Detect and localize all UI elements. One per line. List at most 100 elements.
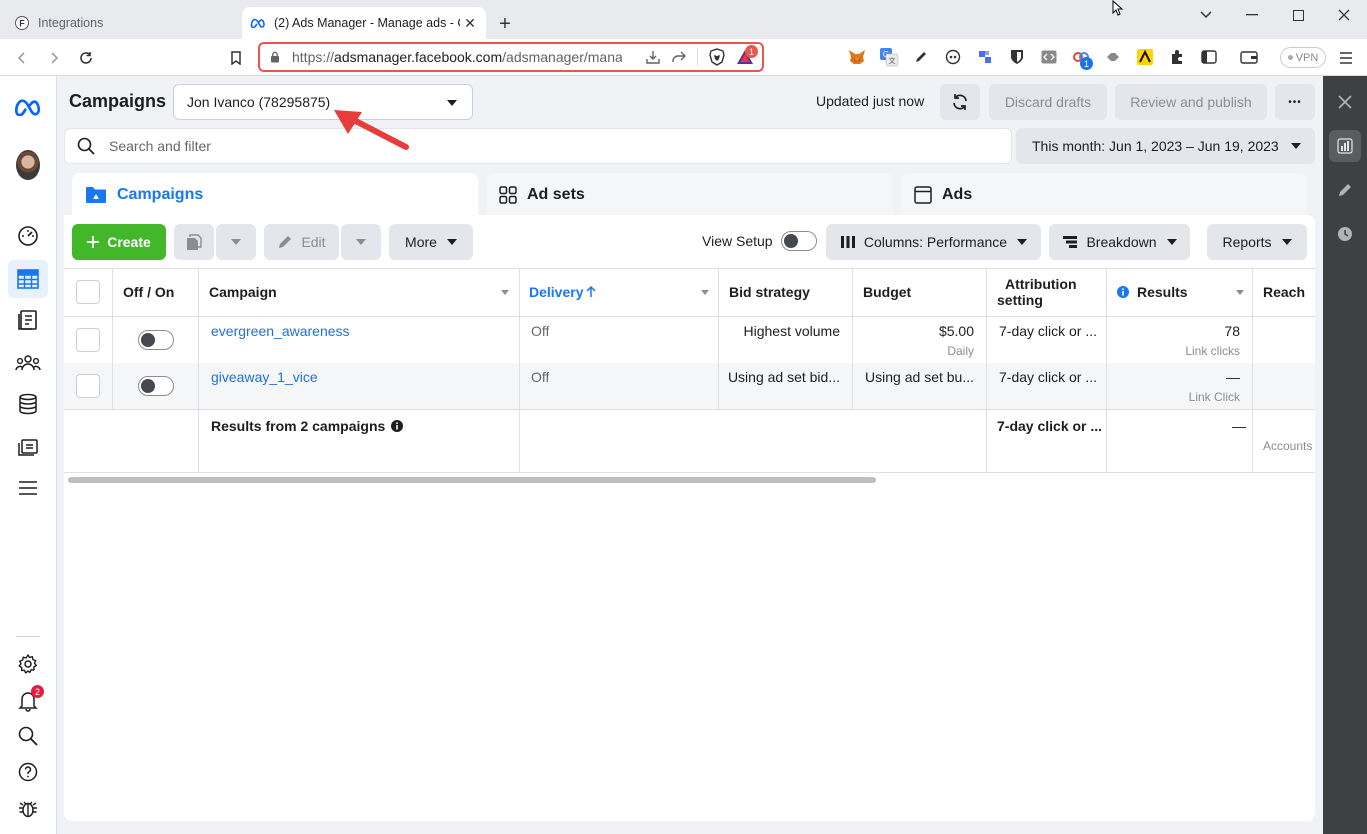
edit-button[interactable]: Edit bbox=[264, 224, 339, 260]
row-checkbox[interactable] bbox=[76, 328, 100, 352]
dashboard-gauge-icon[interactable] bbox=[8, 217, 48, 255]
address-bar[interactable]: https://adsmanager.facebook.com/adsmanag… bbox=[258, 42, 764, 72]
pen-icon[interactable] bbox=[910, 46, 931, 68]
column-menu-caret-icon[interactable] bbox=[701, 290, 709, 295]
edit-pencil-icon[interactable] bbox=[1329, 174, 1361, 206]
column-menu-caret-icon[interactable] bbox=[1236, 290, 1244, 295]
dark-reader-icon[interactable] bbox=[942, 46, 963, 68]
install-app-icon[interactable] bbox=[645, 50, 661, 64]
sidebar-toggle-icon[interactable] bbox=[1198, 46, 1219, 68]
chevron-down-icon bbox=[231, 239, 241, 245]
columns-performance-button[interactable]: Columns: Performance bbox=[826, 224, 1041, 260]
help-question-icon[interactable] bbox=[8, 753, 48, 791]
browser-tab-integrations[interactable]: F Integrations bbox=[0, 7, 242, 39]
puzzle-blue-icon[interactable] bbox=[974, 46, 995, 68]
meta-logo-icon[interactable] bbox=[8, 88, 48, 126]
colorful-link-icon[interactable]: 1 bbox=[1070, 46, 1093, 70]
bookmark-icon[interactable] bbox=[225, 47, 247, 69]
date-range-picker[interactable]: This month: Jun 1, 2023 – Jun 19, 2023 bbox=[1016, 128, 1315, 164]
charts-bar-icon[interactable] bbox=[1329, 130, 1361, 162]
campaign-name-link[interactable]: giveaway_1_vice bbox=[211, 369, 318, 385]
column-header-off-on[interactable]: Off / On bbox=[123, 268, 174, 316]
close-panel-icon[interactable] bbox=[1329, 86, 1361, 118]
browser-menu-icon[interactable] bbox=[1338, 47, 1354, 69]
ads-manager-table-icon[interactable] bbox=[8, 260, 48, 298]
pages-icon[interactable] bbox=[8, 301, 48, 339]
review-and-publish-button[interactable]: Review and publish bbox=[1115, 84, 1267, 120]
extensions-puzzle-icon[interactable] bbox=[1166, 46, 1187, 68]
campaign-on-off-toggle[interactable] bbox=[138, 330, 174, 350]
search-icon[interactable] bbox=[8, 717, 48, 755]
audiences-people-icon[interactable] bbox=[8, 344, 48, 382]
column-header-delivery[interactable]: Delivery bbox=[529, 268, 597, 316]
tab-search-chevron-icon[interactable] bbox=[1183, 4, 1229, 26]
wallet-icon[interactable] bbox=[1238, 46, 1259, 68]
forward-icon[interactable] bbox=[43, 47, 65, 69]
google-translate-icon[interactable]: G文 bbox=[878, 46, 899, 68]
summary-label-text: Results from 2 campaigns bbox=[211, 418, 386, 434]
history-clock-icon[interactable] bbox=[1329, 218, 1361, 250]
new-tab-icon[interactable]: + bbox=[493, 12, 517, 36]
campaign-name-link[interactable]: evergreen_awareness bbox=[211, 323, 350, 339]
tab-campaigns[interactable]: Campaigns bbox=[72, 173, 478, 217]
row-checkbox[interactable] bbox=[76, 374, 100, 398]
tab-ad-sets[interactable]: Ad sets bbox=[486, 173, 893, 217]
bitwarden-shield-icon[interactable] bbox=[1006, 46, 1027, 68]
column-header-reach[interactable]: Reach bbox=[1263, 268, 1305, 316]
refresh-button[interactable] bbox=[940, 84, 980, 120]
column-header-bid-strategy[interactable]: Bid strategy bbox=[729, 268, 810, 316]
discard-drafts-button[interactable]: Discard drafts bbox=[989, 84, 1107, 120]
info-icon[interactable] bbox=[391, 420, 404, 432]
close-window-icon[interactable] bbox=[1321, 4, 1367, 26]
gray-extension-icon[interactable] bbox=[1102, 46, 1123, 68]
horizontal-scrollbar[interactable] bbox=[68, 477, 876, 483]
browser-tab-ads-manager[interactable]: (2) Ads Manager - Manage ads - C ✕ bbox=[242, 7, 486, 39]
create-label: Create bbox=[107, 234, 151, 250]
maximize-icon[interactable] bbox=[1275, 4, 1321, 26]
url-text[interactable]: https://adsmanager.facebook.com/adsmanag… bbox=[292, 49, 622, 65]
code-icon[interactable] bbox=[1038, 46, 1059, 68]
duplicate-button[interactable] bbox=[174, 224, 214, 260]
column-header-attribution-setting[interactable]: Attribution setting bbox=[997, 268, 1077, 316]
create-button[interactable]: Create bbox=[72, 224, 166, 260]
search-input[interactable] bbox=[109, 138, 989, 154]
notifications-bell-icon[interactable]: 2 bbox=[8, 682, 48, 720]
extension-count-badge: 1 bbox=[1080, 57, 1093, 70]
back-icon[interactable] bbox=[11, 47, 33, 69]
duplicate-dropdown-button[interactable] bbox=[216, 224, 256, 260]
more-button[interactable]: More bbox=[389, 224, 473, 260]
brave-rewards-icon[interactable]: 1 bbox=[736, 45, 758, 65]
column-header-results[interactable]: Results bbox=[1117, 268, 1188, 316]
vpn-button[interactable]: VPN bbox=[1280, 47, 1326, 68]
creative-library-icon[interactable] bbox=[8, 427, 48, 465]
reports-button[interactable]: Reports bbox=[1207, 224, 1307, 260]
metamask-fox-icon[interactable] bbox=[846, 46, 867, 68]
report-bug-icon[interactable] bbox=[8, 789, 48, 827]
brave-shields-icon[interactable] bbox=[708, 48, 726, 66]
info-icon[interactable] bbox=[1117, 286, 1129, 298]
select-all-checkbox[interactable] bbox=[76, 280, 100, 304]
summary-reach-unit: Accounts bbox=[1263, 439, 1313, 453]
minimize-icon[interactable] bbox=[1229, 4, 1275, 26]
column-header-campaign[interactable]: Campaign bbox=[209, 268, 277, 316]
all-tools-menu-icon[interactable] bbox=[8, 469, 48, 507]
settings-gear-icon[interactable] bbox=[8, 645, 48, 683]
tab-ads[interactable]: Ads bbox=[901, 173, 1307, 217]
reload-icon[interactable] bbox=[75, 47, 97, 69]
share-icon[interactable] bbox=[671, 50, 687, 64]
delivery-status: Off bbox=[531, 323, 550, 339]
column-menu-caret-icon[interactable] bbox=[501, 290, 509, 295]
toggle-knob bbox=[141, 333, 155, 347]
more-options-button[interactable]: ••• bbox=[1275, 84, 1315, 120]
arrow-logo-icon[interactable] bbox=[1134, 46, 1155, 68]
edit-dropdown-button[interactable] bbox=[341, 224, 381, 260]
campaign-on-off-toggle[interactable] bbox=[138, 376, 174, 396]
column-header-budget[interactable]: Budget bbox=[863, 268, 911, 316]
view-setup-toggle[interactable] bbox=[781, 231, 817, 251]
close-tab-icon[interactable]: ✕ bbox=[460, 13, 480, 33]
breakdown-button[interactable]: Breakdown bbox=[1049, 224, 1190, 260]
avatar[interactable] bbox=[16, 150, 40, 180]
billing-database-icon[interactable] bbox=[8, 385, 48, 423]
search-and-filter-bar[interactable] bbox=[64, 128, 1012, 164]
ad-account-selector[interactable]: Jon Ivanco (78295875) bbox=[173, 84, 473, 120]
